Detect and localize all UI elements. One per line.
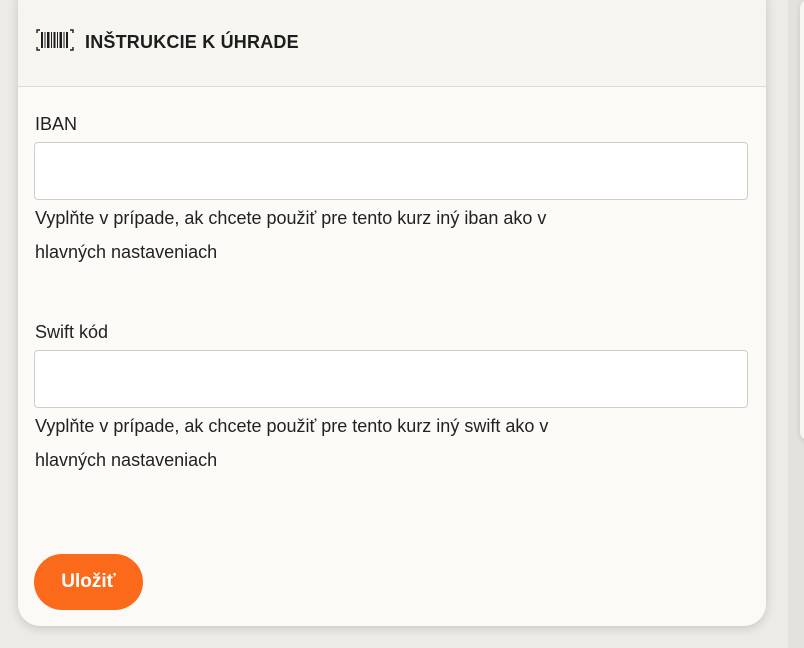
iban-input[interactable] (34, 142, 748, 200)
save-button[interactable]: Uložiť (34, 554, 143, 610)
swift-label: Swift kód (35, 322, 109, 342)
swift-help-text: Vyplňte v prípade, ak chcete použiť pre … (35, 409, 735, 477)
payment-instructions-card: INŠTRUKCIE K ÚHRADE IBAN Vyplňte v prípa… (18, 0, 766, 626)
barcode-icon (35, 27, 75, 53)
adjacent-panel-edge (788, 0, 804, 648)
card-header: INŠTRUKCIE K ÚHRADE (18, 0, 766, 87)
iban-help-line: Vyplňte v prípade, ak chcete použiť pre … (35, 208, 547, 228)
swift-help-line: Vyplňte v prípade, ak chcete použiť pre … (35, 416, 549, 436)
swift-help-line: hlavných nastaveniach (35, 450, 218, 470)
card-title: INŠTRUKCIE K ÚHRADE (85, 32, 299, 52)
iban-help-text: Vyplňte v prípade, ak chcete použiť pre … (35, 201, 735, 269)
iban-label: IBAN (35, 114, 78, 134)
adjacent-card-edge (800, 0, 804, 440)
iban-help-line: hlavných nastaveniach (35, 242, 218, 262)
swift-input[interactable] (34, 350, 748, 408)
